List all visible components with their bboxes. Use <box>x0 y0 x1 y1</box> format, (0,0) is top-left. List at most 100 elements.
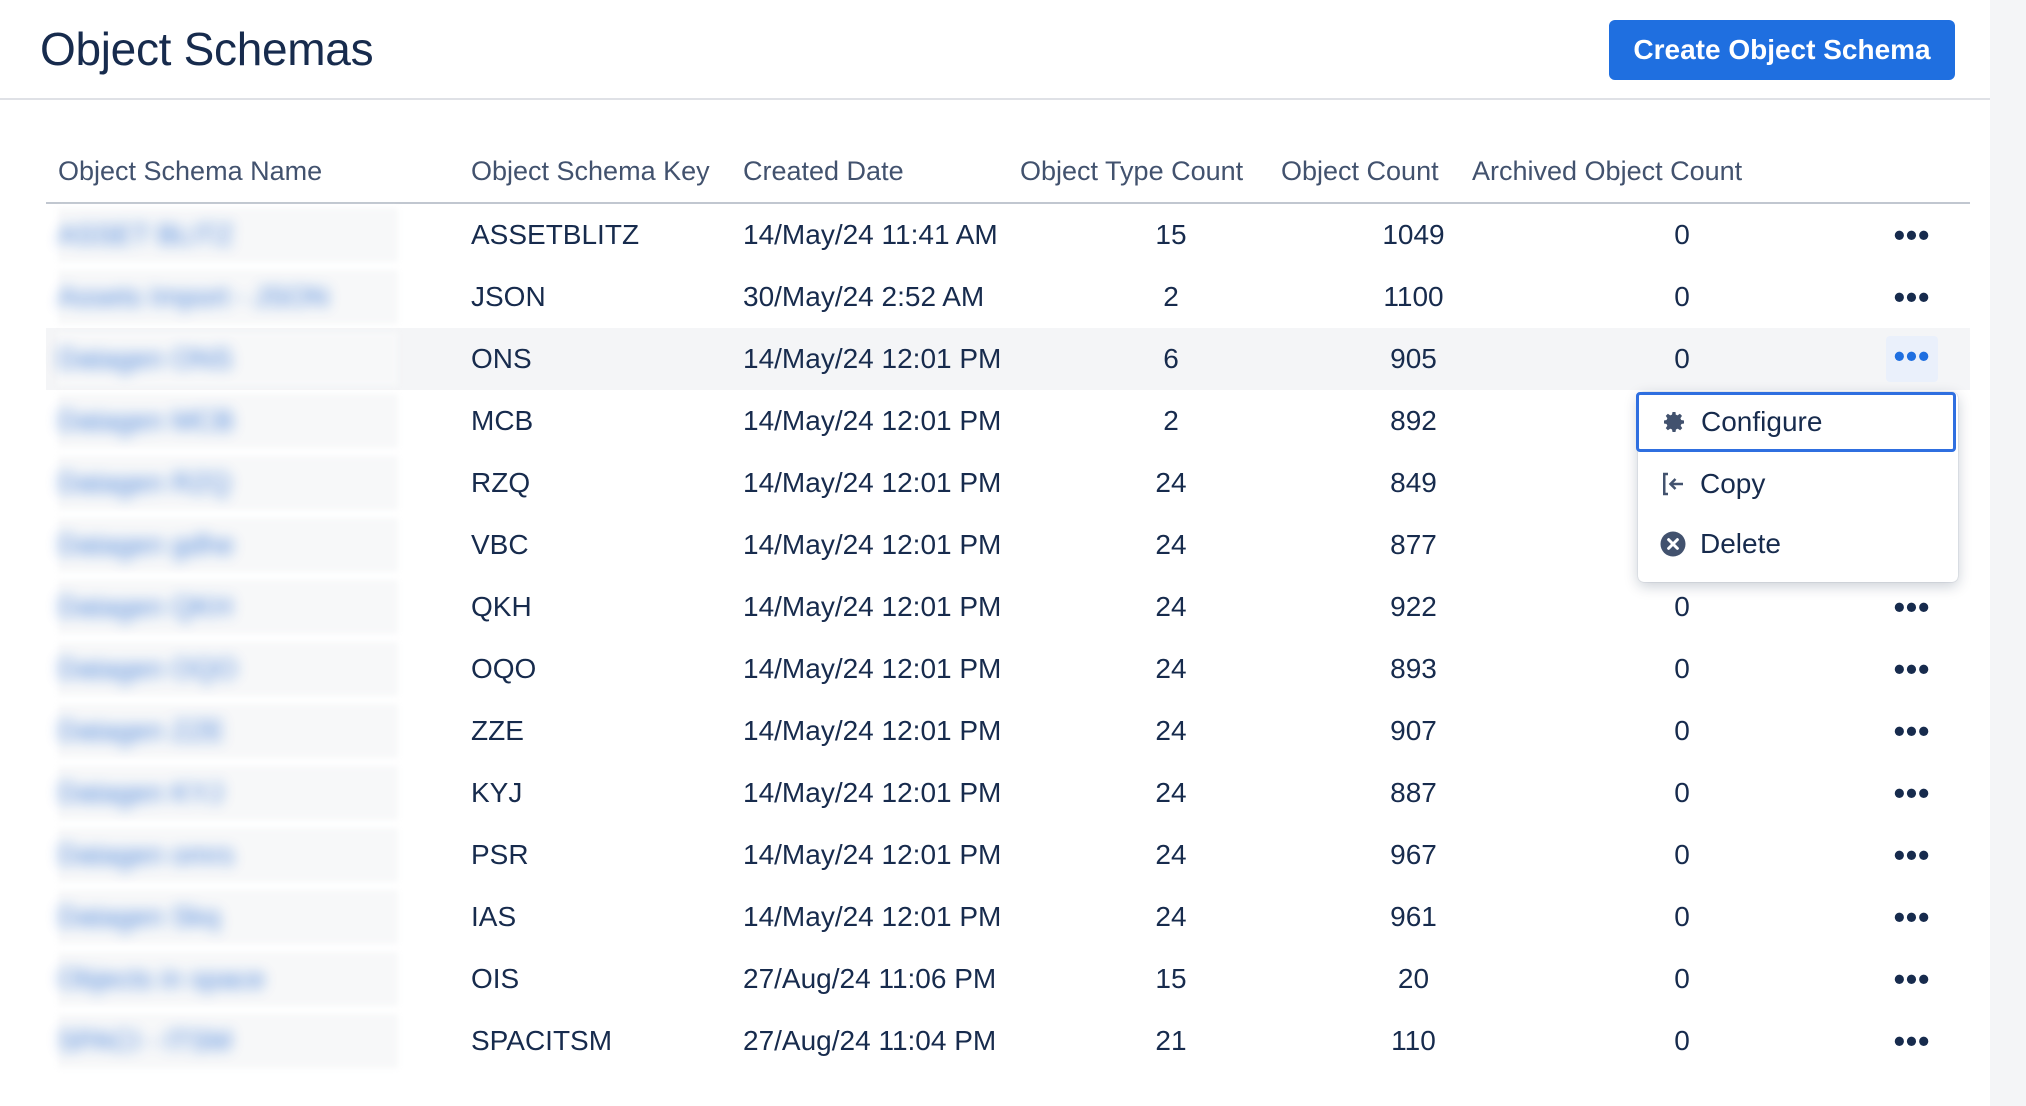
column-header-created[interactable]: Created Date <box>743 156 904 187</box>
more-actions-icon[interactable]: ••• <box>1886 576 1938 638</box>
column-header-key[interactable]: Object Schema Key <box>471 156 710 187</box>
more-actions-icon[interactable]: ••• <box>1886 886 1938 948</box>
table-row[interactable]: ASSET BLITZ ASSETBLITZ 14/May/24 11:41 AM 1… <box>46 204 1970 266</box>
object-count-cell: 967 <box>1390 839 1437 870</box>
archived-count-cell: 0 <box>1674 281 1690 312</box>
schema-name-link[interactable]: Datagen gdhe <box>58 514 234 576</box>
table-row[interactable]: Datagen ONS ONS 14/May/24 12:01 PM 6 905 0 ••• <box>46 328 1970 390</box>
row-actions-menu: Configure Copy Delete <box>1636 392 1958 582</box>
schema-name-link[interactable]: Datagen MCB <box>58 390 234 452</box>
schema-name-link[interactable]: ASSET BLITZ <box>58 204 233 266</box>
more-actions-icon[interactable]: ••• <box>1886 824 1938 886</box>
object-count-cell: 905 <box>1390 343 1437 374</box>
object-type-count-cell: 21 <box>1155 1025 1187 1056</box>
more-actions-icon[interactable]: ••• <box>1886 204 1938 266</box>
schema-name-link[interactable]: Datagen KYJ <box>58 762 223 824</box>
table-row[interactable]: Datagen omrs PSR 14/May/24 12:01 PM 24 967 0 •… <box>46 824 1970 886</box>
object-type-count-cell: 24 <box>1155 839 1187 870</box>
schema-key-cell: ASSETBLITZ <box>471 219 640 250</box>
create-object-schema-button[interactable]: Create Object Schema <box>1609 20 1955 80</box>
column-header-name[interactable]: Object Schema Name <box>58 156 322 187</box>
object-type-count-cell: 15 <box>1155 219 1187 250</box>
table-row[interactable]: Objects in space OIS 27/Aug/24 11:06 PM 15 2… <box>46 948 1970 1010</box>
schema-key-cell: QKH <box>471 591 532 622</box>
schema-name-link[interactable]: Datagen ZZE <box>58 700 225 762</box>
schema-name-link[interactable]: Datagen ONS <box>58 328 232 390</box>
column-header-type-count[interactable]: Object Type Count <box>1020 156 1243 187</box>
schema-name-cell: Datagen ZZE <box>58 700 428 762</box>
schema-name-cell: Datagen KYJ <box>58 762 428 824</box>
schema-name-cell: Datagen omrs <box>58 824 428 886</box>
copy-icon <box>1658 469 1688 499</box>
object-type-count-cell: 24 <box>1155 777 1187 808</box>
menu-item-delete[interactable]: Delete <box>1638 514 1958 574</box>
more-actions-icon[interactable]: ••• <box>1886 1010 1938 1072</box>
archived-count-cell: 0 <box>1674 963 1690 994</box>
created-date-cell: 14/May/24 12:01 PM <box>743 715 1002 746</box>
column-header-object-count[interactable]: Object Count <box>1281 156 1439 187</box>
archived-count-cell: 0 <box>1674 343 1690 374</box>
object-type-count-cell: 2 <box>1163 405 1179 436</box>
more-actions-icon[interactable]: ••• <box>1886 762 1938 824</box>
more-actions-icon[interactable]: ••• <box>1886 266 1938 328</box>
object-type-count-cell: 6 <box>1163 343 1179 374</box>
object-schemas-table: Object Schema Name Object Schema Key Cre… <box>46 140 1970 1072</box>
table-row[interactable]: Datagen OQO OQO 14/May/24 12:01 PM 24 893 0 ••… <box>46 638 1970 700</box>
scrollbar-track[interactable] <box>1990 0 2026 1106</box>
menu-item-copy[interactable]: Copy <box>1638 454 1958 514</box>
schema-name-cell: Datagen ONS <box>58 328 428 390</box>
schema-key-cell: VBC <box>471 529 529 560</box>
schema-name-link[interactable]: Datagen OQO <box>58 638 237 700</box>
schema-name-link[interactable]: Datagen RZQ <box>58 452 231 514</box>
schema-key-cell: MCB <box>471 405 534 436</box>
more-actions-icon[interactable]: ••• <box>1886 638 1938 700</box>
table-row[interactable]: SPACI - ITSM SPACITSM 27/Aug/24 11:04 PM 21… <box>46 1010 1970 1072</box>
table-row[interactable]: Assets Import - JSON JSON 30/May/24 2:52 A… <box>46 266 1970 328</box>
schema-name-link[interactable]: Datagen QKH <box>58 576 232 638</box>
schema-name-link[interactable]: Datagen omrs <box>58 824 234 886</box>
schema-name-link[interactable]: Datagen Skq <box>58 886 220 948</box>
table-row[interactable]: Datagen ZZE ZZE 14/May/24 12:01 PM 24 907 0 ••… <box>46 700 1970 762</box>
schema-name-link[interactable]: Assets Import - JSON <box>58 266 329 328</box>
object-type-count-cell: 2 <box>1163 281 1179 312</box>
schema-name-cell: Objects in space <box>58 948 428 1010</box>
table-row[interactable]: Datagen QKH QKH 14/May/24 12:01 PM 24 922 0 ••… <box>46 576 1970 638</box>
object-count-cell: 849 <box>1390 467 1437 498</box>
schema-name-cell: Datagen gdhe <box>58 514 428 576</box>
schema-name-cell: ASSET BLITZ <box>58 204 428 266</box>
schema-name-cell: Datagen RZQ <box>58 452 428 514</box>
object-count-cell: 1049 <box>1382 219 1445 250</box>
schema-name-cell: Datagen Skq <box>58 886 428 948</box>
created-date-cell: 27/Aug/24 11:04 PM <box>743 1025 997 1056</box>
schema-key-cell: RZQ <box>471 467 531 498</box>
object-schemas-page: Object Schemas Create Object Schema Obje… <box>0 0 1990 1106</box>
table-row[interactable]: Datagen Skq IAS 14/May/24 12:01 PM 24 961 0 ••… <box>46 886 1970 948</box>
menu-item-label: Configure <box>1701 406 1823 437</box>
object-count-cell: 893 <box>1390 653 1437 684</box>
schema-name-cell: Datagen MCB <box>58 390 428 452</box>
created-date-cell: 14/May/24 11:41 AM <box>743 219 998 250</box>
page-title: Object Schemas <box>40 23 374 75</box>
schema-key-cell: ZZE <box>471 715 524 746</box>
schema-key-cell: ONS <box>471 343 532 374</box>
schema-name-link[interactable]: SPACI - ITSM <box>58 1010 232 1072</box>
archived-count-cell: 0 <box>1674 901 1690 932</box>
object-type-count-cell: 15 <box>1155 963 1187 994</box>
archived-count-cell: 0 <box>1674 777 1690 808</box>
more-actions-icon[interactable]: ••• <box>1886 700 1938 762</box>
object-type-count-cell: 24 <box>1155 529 1187 560</box>
more-actions-icon[interactable]: ••• <box>1886 336 1938 382</box>
created-date-cell: 14/May/24 12:01 PM <box>743 467 1002 498</box>
schema-name-link[interactable]: Objects in space <box>58 948 265 1010</box>
gear-icon <box>1659 407 1689 437</box>
schema-name-cell: Assets Import - JSON <box>58 266 428 328</box>
schema-name-cell: Datagen QKH <box>58 576 428 638</box>
created-date-cell: 14/May/24 12:01 PM <box>743 405 1002 436</box>
archived-count-cell: 0 <box>1674 715 1690 746</box>
column-header-archived-count[interactable]: Archived Object Count <box>1472 156 1742 187</box>
created-date-cell: 14/May/24 12:01 PM <box>743 529 1002 560</box>
table-row[interactable]: Datagen KYJ KYJ 14/May/24 12:01 PM 24 887 0 ••… <box>46 762 1970 824</box>
more-actions-icon[interactable]: ••• <box>1886 948 1938 1010</box>
menu-item-configure[interactable]: Configure <box>1636 392 1956 452</box>
object-count-cell: 887 <box>1390 777 1437 808</box>
